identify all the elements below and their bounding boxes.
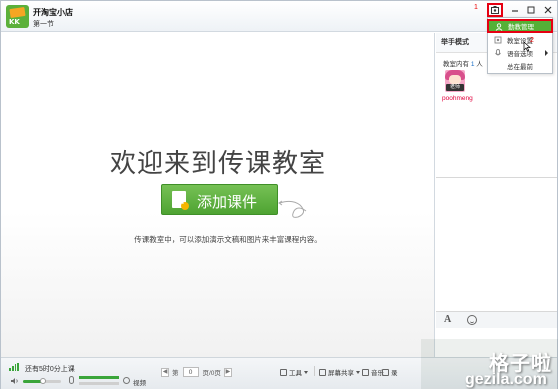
plus-icon: + [180, 197, 186, 208]
screen-share-button[interactable]: 屏幕共享 [319, 367, 360, 377]
microphone-icon[interactable] [69, 376, 74, 384]
count-suffix: 人 [476, 61, 483, 68]
settings-dropdown-menu: 勤教管理 教室设置 语音选项 总在最前 [487, 17, 553, 74]
speaker-icon[interactable] [10, 377, 19, 385]
submenu-arrow-icon [545, 50, 548, 56]
mouse-cursor-icon [523, 41, 531, 52]
count-number: 1 [470, 61, 475, 68]
menu-item-label: 总在最前 [507, 64, 533, 71]
menu-item-voice-options[interactable]: 语音选项 [488, 47, 552, 59]
settings-icon [491, 6, 499, 14]
toolbox-icon [280, 368, 287, 376]
tools-menu-button[interactable]: 工具 [280, 367, 308, 377]
settings-menu-button[interactable] [487, 3, 503, 17]
chat-toolbar: A [436, 311, 557, 328]
next-page-button[interactable]: ▶ [223, 367, 232, 377]
screen-share-icon [319, 368, 326, 376]
record-button[interactable]: 录 [382, 367, 398, 377]
font-icon[interactable]: A [444, 314, 451, 325]
music-button[interactable]: 音乐 [362, 367, 384, 377]
mic-icon [494, 49, 502, 57]
side-divider [436, 177, 557, 178]
maximize-button[interactable] [522, 2, 539, 18]
minimize-icon [511, 10, 518, 12]
mic-level-bar [79, 376, 119, 379]
count-prefix: 教室内有 [443, 61, 469, 68]
add-courseware-label: 添加课件 [197, 194, 258, 211]
prev-page-button[interactable]: ◀ [161, 367, 169, 377]
hint-text: 传课教室中，可以添加演示文稿和图片来丰富课程内容。 [134, 235, 322, 244]
curl-arrow-icon [278, 200, 307, 218]
username[interactable]: poohmeng [442, 95, 473, 102]
page-navigator: ◀ 第 0 页/0页 ▶ [161, 367, 232, 377]
minimize-button[interactable] [506, 2, 523, 18]
settings-icon [494, 36, 502, 44]
mic-level-track [79, 382, 119, 385]
classroom-window: KK 开淘宝小店 第一节 1 勤教管理 教室设置 语音选项 总在最前 2 欢迎来… [0, 0, 558, 389]
maximize-icon [527, 6, 534, 14]
step-annotation-1: 1 [474, 4, 478, 11]
avatar[interactable]: 老师 [445, 70, 465, 92]
video-toggle[interactable] [123, 377, 130, 384]
menu-item-classroom-settings[interactable]: 教室设置 [488, 34, 552, 46]
class-countdown: 还有5时0分上课 [25, 366, 75, 373]
watermark-url: gezila.com [465, 371, 547, 388]
page-prefix: 第 [172, 370, 179, 377]
record-icon [382, 368, 389, 376]
room-title: 开淘宝小店 [33, 8, 73, 17]
page-total: 页/0页 [202, 370, 221, 377]
person-icon [495, 23, 503, 31]
logo-text: KK [9, 18, 20, 26]
kk-logo-icon: KK [6, 5, 29, 28]
room-subtitle: 第一节 [33, 21, 54, 28]
welcome-heading: 欢迎来到传课教室 [109, 148, 326, 178]
side-panel: 举手模式 教室内有 1 人 老师 poohmeng A [436, 33, 557, 357]
music-icon [362, 368, 369, 376]
add-courseware-button[interactable]: + 添加课件 [161, 184, 278, 215]
toolbar-divider [314, 366, 315, 376]
chevron-down-icon [356, 370, 360, 374]
emoji-icon[interactable] [467, 315, 477, 325]
tools-label: 工具 [289, 370, 302, 377]
video-label: 视频 [133, 380, 146, 387]
room-member-count: 教室内有 1 人 [443, 58, 483, 68]
record-label: 录 [391, 370, 398, 377]
teacher-tag: 老师 [446, 84, 464, 91]
screen-share-label: 屏幕共享 [328, 370, 354, 377]
signal-icon [9, 363, 19, 371]
volume-slider[interactable] [23, 378, 61, 384]
main-stage: 欢迎来到传课教室 + 添加课件 传课教室中，可以添加演示文稿和图片来丰富课程内容… [1, 33, 435, 357]
close-icon [544, 6, 551, 14]
menu-item-always-on-top[interactable]: 总在最前 [488, 60, 552, 72]
close-button[interactable] [539, 2, 556, 18]
page-input[interactable]: 0 [182, 367, 199, 377]
menu-item-label: 勤教管理 [508, 24, 534, 31]
menu-item-teaching-management[interactable]: 勤教管理 [487, 19, 553, 33]
chevron-down-icon [304, 370, 308, 374]
